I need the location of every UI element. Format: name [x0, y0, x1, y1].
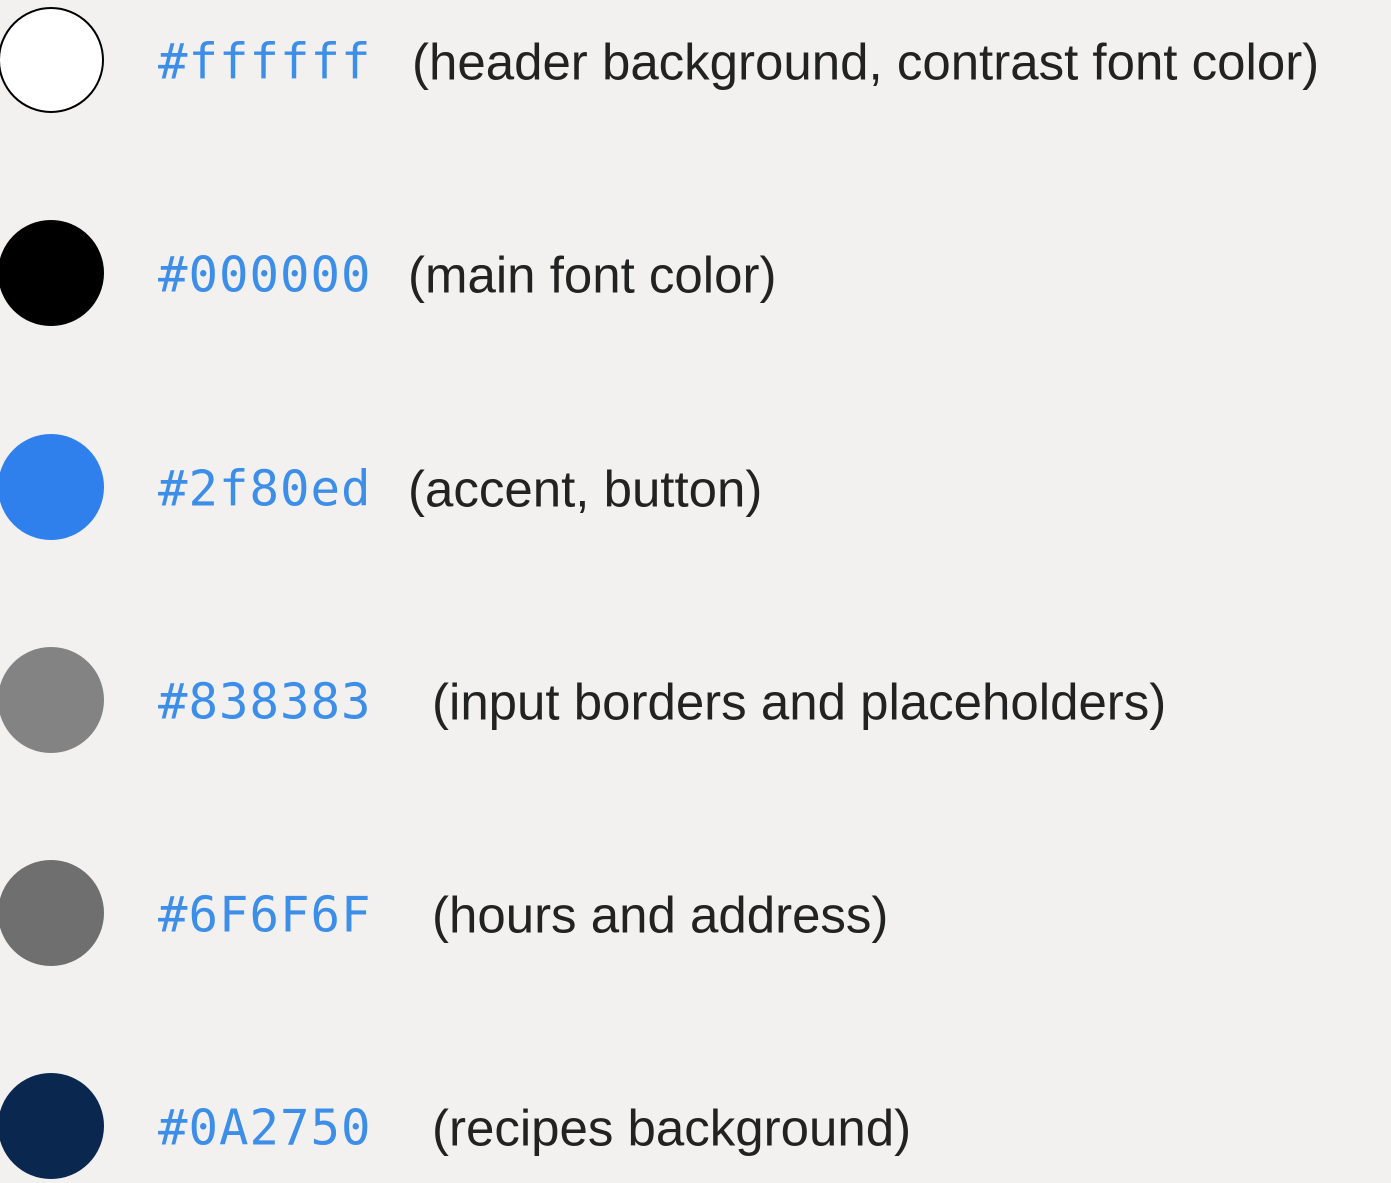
color-swatch-accent: [0, 434, 104, 540]
palette-row-black: #000000 (main font color): [0, 220, 1391, 330]
hex-code-label: #0A2750: [158, 1099, 372, 1157]
color-usage-description: (recipes background): [432, 1099, 912, 1157]
color-usage-description: (header background, contrast font color): [412, 33, 1320, 91]
color-swatch-white: [0, 7, 104, 113]
color-usage-description: (input borders and placeholders): [432, 673, 1167, 731]
palette-row-navy: #0A2750 (recipes background): [0, 1073, 1391, 1183]
palette-row-accent: #2f80ed (accent, button): [0, 434, 1391, 544]
color-usage-description: (hours and address): [432, 886, 889, 944]
palette-row-dark-gray: #6F6F6F (hours and address): [0, 860, 1391, 970]
palette-row-gray: #838383 (input borders and placeholders): [0, 647, 1391, 757]
color-swatch-black: [0, 220, 104, 326]
palette-row-white: #ffffff (header background, contrast fon…: [0, 7, 1391, 117]
color-usage-description: (accent, button): [408, 460, 763, 518]
hex-code-label: #838383: [158, 673, 372, 731]
hex-code-label: #6F6F6F: [158, 886, 372, 944]
color-swatch-gray: [0, 647, 104, 753]
hex-code-label: #000000: [158, 246, 372, 304]
hex-code-label: #ffffff: [158, 33, 372, 91]
color-usage-description: (main font color): [408, 246, 777, 304]
color-swatch-dark-gray: [0, 860, 104, 966]
hex-code-label: #2f80ed: [158, 460, 372, 518]
color-swatch-navy: [0, 1073, 104, 1179]
